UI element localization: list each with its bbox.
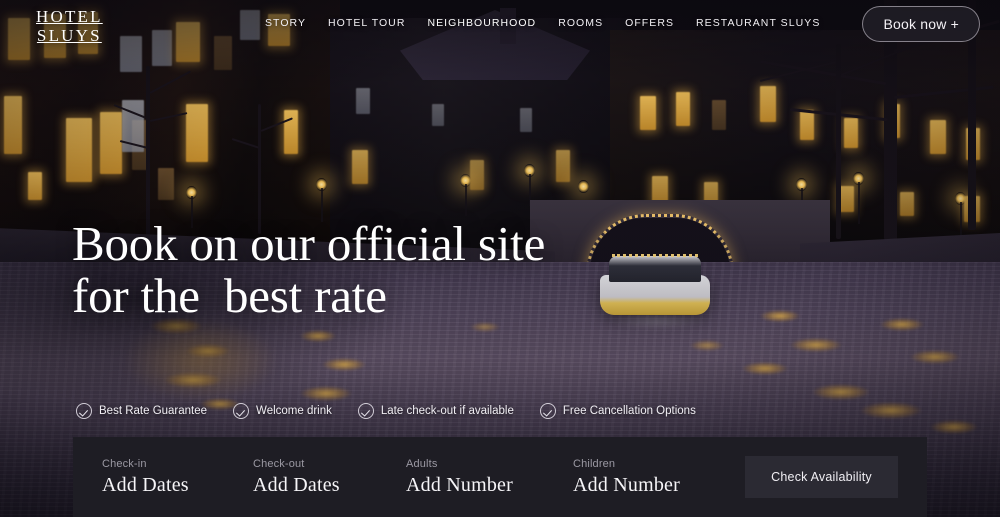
children-value[interactable]: Add Number (573, 474, 680, 497)
checkin-value[interactable]: Add Dates (102, 474, 189, 497)
perk-late-checkout: Late check-out if available (357, 403, 514, 419)
check-availability-button[interactable]: Check Availability (745, 456, 898, 498)
book-now-button[interactable]: Book now + (862, 6, 980, 42)
checkout-label: Check-out (253, 458, 305, 470)
perk-best-rate-guarantee: Best Rate Guarantee (76, 403, 207, 419)
logo-line-1: HOTEL (36, 7, 103, 26)
hero-page: HOTEL SLUYS STORY HOTEL TOUR NEIGHBOURHO… (0, 0, 1000, 517)
perk-label: Welcome drink (256, 405, 332, 417)
children-field[interactable]: Children Add Number (573, 458, 680, 497)
main-navigation: STORY HOTEL TOUR NEIGHBOURHOOD ROOMS OFF… (265, 17, 820, 29)
headline-line-2: for the best rate (72, 268, 387, 323)
checkin-label: Check-in (102, 458, 147, 470)
nav-item-rooms[interactable]: ROOMS (558, 17, 603, 29)
nav-item-story[interactable]: STORY (265, 17, 306, 29)
booking-bar: Check-in Add Dates Check-out Add Dates A… (73, 437, 927, 517)
site-logo[interactable]: HOTEL SLUYS (36, 8, 103, 44)
checkout-field[interactable]: Check-out Add Dates (253, 458, 340, 497)
perk-label: Late check-out if available (380, 405, 514, 417)
site-header: HOTEL SLUYS STORY HOTEL TOUR NEIGHBOURHO… (0, 0, 1000, 50)
check-circle-icon (233, 403, 250, 419)
perk-label: Free Cancellation Options (562, 405, 696, 417)
page-title: Book on our official site for the best ra… (72, 218, 545, 322)
perk-label: Best Rate Guarantee (99, 405, 208, 417)
adults-field[interactable]: Adults Add Number (406, 458, 513, 497)
nav-item-neighbourhood[interactable]: NEIGHBOURHOOD (427, 17, 536, 29)
checkin-field[interactable]: Check-in Add Dates (102, 458, 189, 497)
nav-item-restaurant-sluys[interactable]: RESTAURANT SLUYS (696, 17, 820, 29)
check-circle-icon (76, 403, 92, 419)
check-circle-icon (357, 403, 374, 419)
checkout-value[interactable]: Add Dates (253, 474, 340, 497)
hero-content: Book on our official site for the best ra… (72, 218, 545, 322)
perk-free-cancellation: Free Cancellation Options (539, 403, 696, 419)
perk-welcome-drink: Welcome drink (233, 403, 332, 419)
logo-line-2: SLUYS (36, 26, 102, 45)
adults-value[interactable]: Add Number (406, 474, 513, 497)
nav-item-hotel-tour[interactable]: HOTEL TOUR (328, 17, 405, 29)
headline-line-1: Book on our official site (72, 216, 546, 271)
nav-item-offers[interactable]: OFFERS (625, 17, 674, 29)
check-circle-icon (539, 403, 556, 419)
children-label: Children (573, 458, 616, 470)
adults-label: Adults (406, 458, 438, 470)
perks-list: Best Rate Guarantee Welcome drink Late c… (76, 403, 696, 419)
